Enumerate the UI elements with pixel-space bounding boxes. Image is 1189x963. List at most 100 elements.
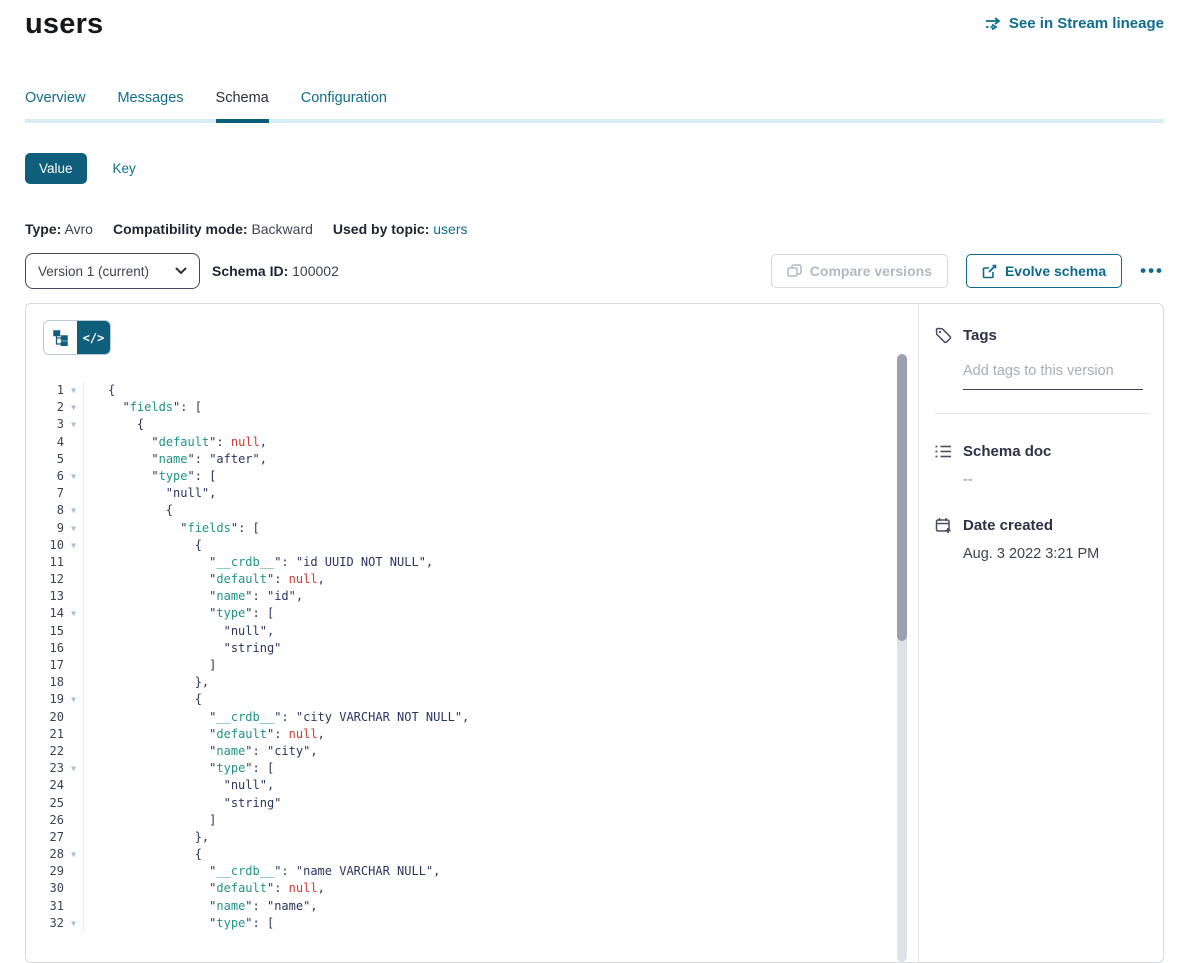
collapse-arrow-icon xyxy=(64,623,83,640)
code-line-text: "null", xyxy=(83,777,918,794)
chevron-down-icon xyxy=(175,267,187,275)
version-select[interactable]: Version 1 (current) xyxy=(25,253,200,289)
code-line: 23▼ "type": [ xyxy=(26,760,918,777)
evolve-schema-button[interactable]: Evolve schema xyxy=(966,254,1122,288)
editor-scrollbar-thumb[interactable] xyxy=(897,354,907,641)
code-line: 22 "name": "city", xyxy=(26,743,918,760)
collapse-arrow-icon[interactable]: ▼ xyxy=(64,520,83,537)
version-select-value: Version 1 (current) xyxy=(38,264,149,279)
line-number: 25 xyxy=(26,795,64,812)
collapse-arrow-icon[interactable]: ▼ xyxy=(64,537,83,554)
collapse-arrow-icon[interactable]: ▼ xyxy=(64,760,83,777)
collapse-arrow-icon[interactable]: ▼ xyxy=(64,382,83,399)
collapse-arrow-icon xyxy=(64,898,83,915)
schema-id: Schema ID: 100002 xyxy=(212,263,339,279)
collapse-arrow-icon[interactable]: ▼ xyxy=(64,468,83,485)
stream-lineage-link[interactable]: See in Stream lineage xyxy=(985,15,1164,32)
type-value: Avro xyxy=(64,221,93,237)
line-number: 10 xyxy=(26,537,64,554)
tab-configuration[interactable]: Configuration xyxy=(301,90,387,119)
collapse-arrow-icon xyxy=(64,743,83,760)
collapse-arrow-icon[interactable]: ▼ xyxy=(64,691,83,708)
collapse-arrow-icon[interactable]: ▼ xyxy=(64,416,83,433)
stream-lineage-icon xyxy=(985,17,1002,31)
collapse-arrow-icon xyxy=(64,709,83,726)
collapse-arrow-icon xyxy=(64,588,83,605)
page-title: users xyxy=(25,8,103,41)
collapse-arrow-icon[interactable]: ▼ xyxy=(64,399,83,416)
topic-link[interactable]: users xyxy=(433,221,467,237)
schema-doc-value: -- xyxy=(963,472,1149,488)
schema-doc-heading: Schema doc xyxy=(935,443,1149,460)
tab-messages[interactable]: Messages xyxy=(117,90,183,119)
date-created-section: Date created Aug. 3 2022 3:21 PM xyxy=(935,517,1149,562)
line-number: 29 xyxy=(26,863,64,880)
line-number: 15 xyxy=(26,623,64,640)
line-number: 27 xyxy=(26,829,64,846)
code-line: 10▼ { xyxy=(26,537,918,554)
collapse-arrow-icon xyxy=(64,726,83,743)
code-view-button[interactable]: </> xyxy=(77,321,110,354)
code-line-text: { xyxy=(83,691,918,708)
line-number: 17 xyxy=(26,657,64,674)
code-line-text: { xyxy=(83,502,918,519)
tab-overview[interactable]: Overview xyxy=(25,90,85,119)
used-by-topic: Used by topic: users xyxy=(333,221,468,237)
value-toggle-button[interactable]: Value xyxy=(25,153,87,184)
code-line: 30 "default": null, xyxy=(26,880,918,897)
line-number: 12 xyxy=(26,571,64,588)
tags-input[interactable] xyxy=(963,361,1143,390)
schema-target-toggle: Value Key xyxy=(25,153,136,184)
type-label: Type: xyxy=(25,221,61,237)
code-line: 13 "name": "id", xyxy=(26,588,918,605)
code-line-text: ] xyxy=(83,812,918,829)
collapse-arrow-icon[interactable]: ▼ xyxy=(64,915,83,932)
code-line: 14▼ "type": [ xyxy=(26,605,918,622)
collapse-arrow-icon xyxy=(64,812,83,829)
topic-label: Used by topic: xyxy=(333,221,429,237)
tab-schema[interactable]: Schema xyxy=(216,90,269,119)
tabs-underline xyxy=(25,119,1164,123)
line-number: 31 xyxy=(26,898,64,915)
code-line: 16 "string" xyxy=(26,640,918,657)
collapse-arrow-icon xyxy=(64,485,83,502)
collapse-arrow-icon xyxy=(64,571,83,588)
schema-editor: </> 1▼{2▼ "fields": [3▼ {4 "default": nu… xyxy=(26,304,918,962)
line-number: 14 xyxy=(26,605,64,622)
editor-view-toggle: </> xyxy=(43,320,111,355)
schema-doc-section: Schema doc -- xyxy=(935,443,1149,488)
code-line-text: { xyxy=(83,416,918,433)
collapse-arrow-icon[interactable]: ▼ xyxy=(64,846,83,863)
code-line-text: "default": null, xyxy=(83,726,918,743)
code-line-text: "fields": [ xyxy=(83,520,918,537)
line-number: 23 xyxy=(26,760,64,777)
compat-label: Compatibility mode: xyxy=(113,221,248,237)
collapse-arrow-icon[interactable]: ▼ xyxy=(64,502,83,519)
schema-meta: Type: Avro Compatibility mode: Backward … xyxy=(25,221,468,237)
line-number: 19 xyxy=(26,691,64,708)
stream-lineage-label: See in Stream lineage xyxy=(1009,15,1164,32)
line-number: 9 xyxy=(26,520,64,537)
sidebar-divider xyxy=(935,413,1149,414)
collapse-arrow-icon xyxy=(64,657,83,674)
line-number: 13 xyxy=(26,588,64,605)
code-line: 21 "default": null, xyxy=(26,726,918,743)
code-line-text: { xyxy=(83,382,918,399)
code-line: 32▼ "type": [ xyxy=(26,915,918,932)
line-number: 1 xyxy=(26,382,64,399)
line-number: 4 xyxy=(26,434,64,451)
tree-view-button[interactable] xyxy=(44,321,77,354)
compare-versions-button[interactable]: Compare versions xyxy=(771,254,948,288)
schema-id-label: Schema ID: xyxy=(212,263,288,279)
editor-scrollbar-track[interactable] xyxy=(897,354,907,962)
more-actions-button[interactable]: ••• xyxy=(1140,261,1164,281)
code-line-text: "type": [ xyxy=(83,605,918,622)
collapse-arrow-icon[interactable]: ▼ xyxy=(64,605,83,622)
code-line-text: ] xyxy=(83,657,918,674)
key-toggle-link[interactable]: Key xyxy=(113,161,136,176)
collapse-arrow-icon xyxy=(64,554,83,571)
tree-view-icon xyxy=(53,330,69,346)
code-line: 17 ] xyxy=(26,657,918,674)
code-editor-content[interactable]: 1▼{2▼ "fields": [3▼ {4 "default": null,5… xyxy=(26,382,918,932)
code-line: 19▼ { xyxy=(26,691,918,708)
